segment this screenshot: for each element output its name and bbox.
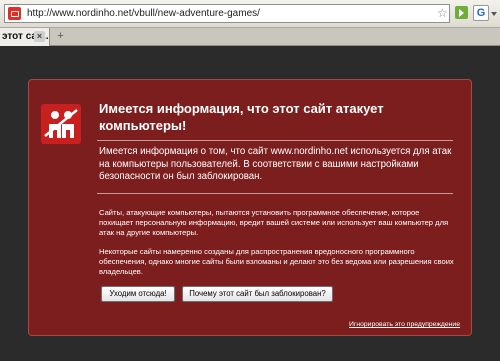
blocked-attack-site-icon	[41, 104, 81, 144]
get-me-out-button[interactable]: Уходим отсюда!	[101, 286, 175, 302]
chevron-down-icon[interactable]	[491, 12, 497, 16]
warning-lead-text: Имеется информация о том, что сайт www.n…	[99, 146, 452, 182]
go-arrow-icon[interactable]	[455, 6, 468, 19]
divider	[97, 140, 453, 141]
close-icon[interactable]: ×	[34, 31, 45, 42]
new-tab-button[interactable]: +	[54, 30, 67, 43]
warning-explanation-text: Некоторые сайты намеренно созданы для ра…	[99, 247, 454, 276]
site-favicon-icon	[8, 7, 21, 20]
tab-bar: этот сай... × +	[0, 28, 500, 46]
google-icon[interactable]: G	[473, 5, 489, 21]
warning-explanation-text: Сайты, атакующие компьютеры, пытаются ус…	[99, 208, 449, 237]
why-blocked-button[interactable]: Почему этот сайт был заблокирован?	[182, 286, 333, 302]
navigation-toolbar: http://www.nordinho.net/vbull/new-advent…	[0, 0, 500, 28]
address-bar-url: http://www.nordinho.net/vbull/new-advent…	[27, 8, 260, 19]
star-icon[interactable]: ☆	[437, 5, 448, 22]
attack-site-warning-panel: Имеется информация, что этот сайт атакуе…	[28, 79, 472, 336]
ignore-warning-link[interactable]: Игнорировать это предупреждение	[349, 321, 460, 328]
divider	[97, 193, 453, 194]
tab-blocked-site[interactable]: этот сай... ×	[0, 28, 50, 46]
address-bar[interactable]: http://www.nordinho.net/vbull/new-advent…	[4, 4, 450, 23]
warning-title: Имеется информация, что этот сайт атакуе…	[99, 101, 384, 133]
